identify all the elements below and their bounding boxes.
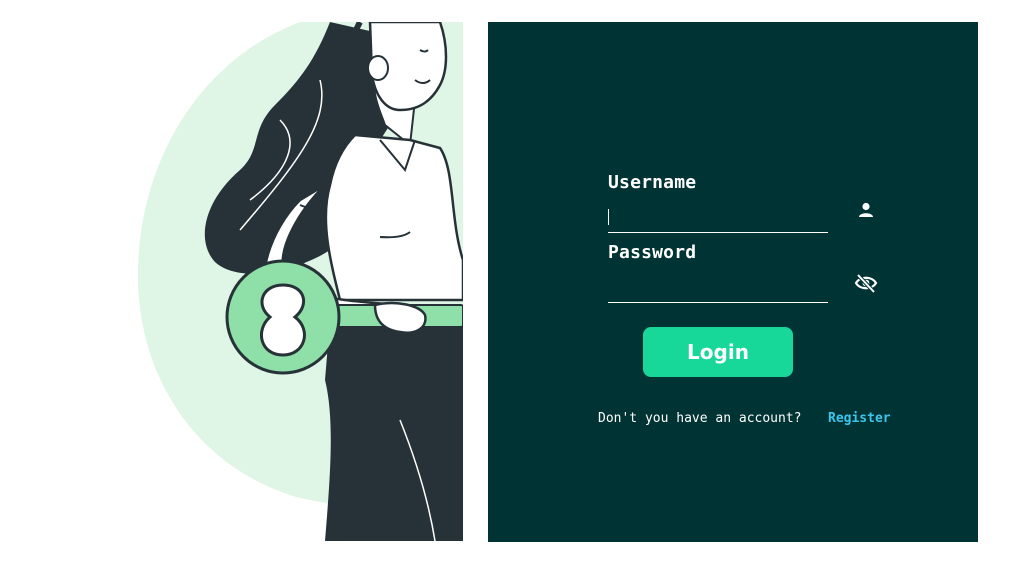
hero-illustration	[0, 0, 480, 568]
login-button[interactable]: Login	[643, 327, 793, 377]
username-label: Username	[608, 172, 697, 193]
no-account-text: Don't you have an account?	[598, 411, 802, 426]
register-link[interactable]: Register	[828, 411, 891, 426]
woman-with-key-illustration	[137, 22, 463, 541]
shirt	[324, 133, 463, 302]
password-input[interactable]	[608, 278, 828, 303]
username-input[interactable]	[608, 208, 828, 233]
pants	[325, 320, 463, 541]
user-icon[interactable]	[856, 200, 876, 220]
login-panel: Username Password Login Don't you have a…	[488, 22, 978, 542]
text-caret	[608, 209, 609, 225]
eye-slash-icon[interactable]	[854, 272, 878, 294]
password-label: Password	[608, 242, 697, 263]
